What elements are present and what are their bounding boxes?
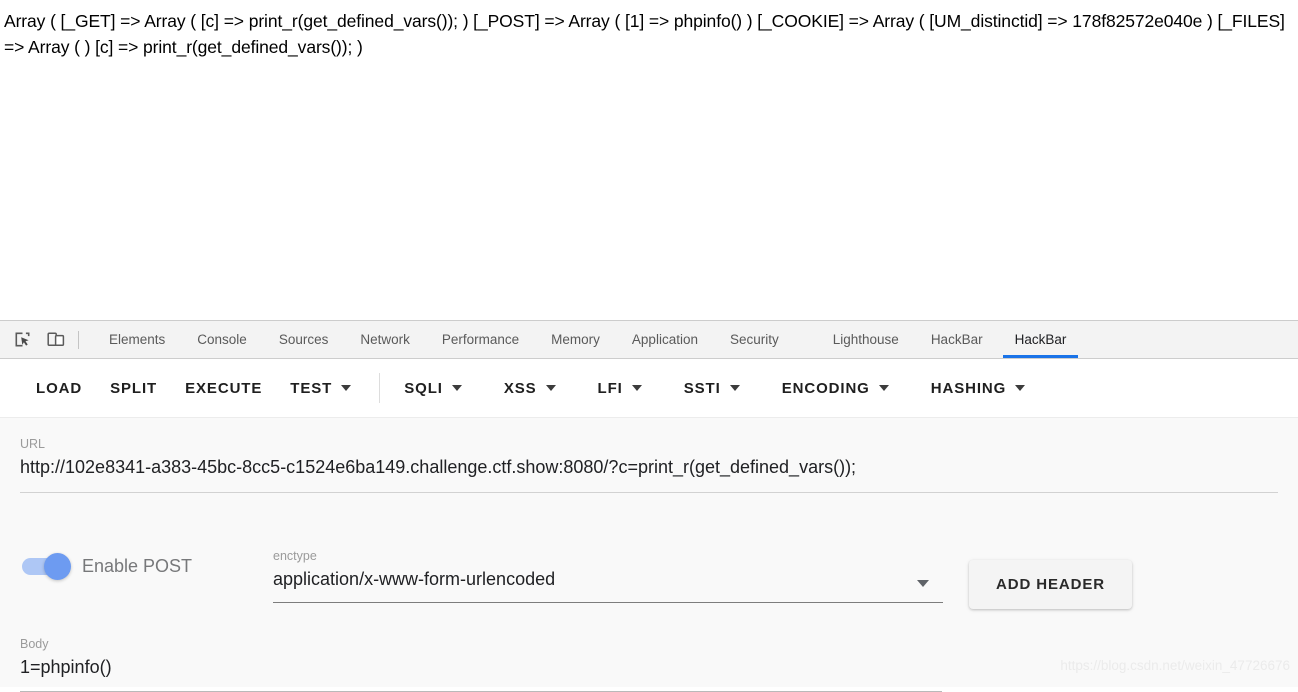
url-field[interactable]: URL http://102e8341-a383-45bc-8cc5-c1524… [20,436,1278,493]
chevron-down-icon [341,385,352,391]
devtools-tab-list: Elements Console Sources Network Perform… [93,321,1082,358]
devtools-tab-security[interactable]: Security [714,321,795,358]
devtools-tabbar: Elements Console Sources Network Perform… [0,321,1298,359]
url-label: URL [20,437,46,451]
hackbar-execute-button[interactable]: EXECUTE [171,372,276,405]
actionbar-divider [379,373,381,403]
devtools-toolbar-icons [0,321,93,358]
hackbar-button-label: XSS [503,379,537,397]
devtools-tab-label: Performance [441,332,520,347]
devtools-tab-hackbar-1[interactable]: HackBar [915,321,999,358]
hackbar-test-menu[interactable]: TEST [276,372,365,405]
devtools-tab-memory[interactable]: Memory [535,321,616,358]
hackbar-load-button[interactable]: LOAD [22,372,96,405]
php-output-text: Array ( [_GET] => Array ( [c] => print_r… [4,11,1290,57]
devtools-panel: Elements Console Sources Network Perform… [0,320,1298,692]
devtools-tab-label: Security [729,332,779,347]
devtools-tab-label: Sources [278,332,329,347]
devtools-tab-label: Elements [109,332,166,347]
enable-post-toggle[interactable]: Enable POST [22,553,193,580]
hackbar-hashing-menu[interactable]: HASHING [917,372,1039,405]
hackbar-button-label: SSTI [683,379,721,397]
hackbar-button-label: TEST [290,379,333,397]
chevron-down-icon [631,385,642,391]
hackbar-button-label: HASHING [930,379,1007,397]
hackbar-lfi-menu[interactable]: LFI [584,372,656,405]
device-toolbar-icon[interactable] [42,326,70,354]
inspect-element-icon[interactable] [8,326,36,354]
devtools-tab-network[interactable]: Network [344,321,426,358]
devtools-tab-sources[interactable]: Sources [263,321,345,358]
hackbar-button-label: LFI [597,379,623,397]
enable-post-label: Enable POST [82,556,193,576]
url-input[interactable]: http://102e8341-a383-45bc-8cc5-c1524e6ba… [20,452,1278,482]
url-underline [20,492,1278,493]
post-options-row: Enable POST enctype application/x-www-fo… [0,548,1298,618]
enctype-underline [273,602,943,603]
devtools-tab-label: Memory [551,332,600,347]
devtools-tab-application[interactable]: Application [616,321,714,358]
hackbar-button-label: EXECUTE [185,379,263,397]
add-header-label: ADD HEADER [996,576,1106,593]
chevron-down-icon[interactable] [917,580,929,587]
hackbar-xss-menu[interactable]: XSS [490,372,570,405]
hackbar-encoding-menu[interactable]: ENCODING [768,372,903,405]
toolbar-divider [78,330,79,349]
body-field[interactable]: Body 1=phpinfo() [20,636,942,692]
devtools-tab-label: Network [360,332,410,347]
enctype-label: enctype [273,549,317,563]
chevron-down-icon [451,385,462,391]
chevron-down-icon [545,385,556,391]
devtools-tab-label: Lighthouse [832,332,899,347]
body-input[interactable]: 1=phpinfo() [20,652,942,682]
devtools-tab-label: HackBar [930,332,983,347]
watermark-text: https://blog.csdn.net/weixin_47726676 [1060,658,1290,673]
devtools-tab-hackbar-2[interactable]: HackBar [999,321,1083,358]
hackbar-button-label: LOAD [36,379,83,397]
devtools-tab-elements[interactable]: Elements [93,321,181,358]
toggle-knob [44,553,71,580]
add-header-button[interactable]: ADD HEADER [969,560,1133,609]
devtools-tab-performance[interactable]: Performance [426,321,535,358]
devtools-tab-label: Console [197,332,247,347]
chevron-down-icon [878,385,889,391]
chevron-down-icon [1015,385,1026,391]
devtools-tab-console[interactable]: Console [181,321,263,358]
chevron-down-icon [729,385,740,391]
hackbar-button-label: ENCODING [781,379,870,397]
enctype-value[interactable]: application/x-www-form-urlencoded [273,564,943,594]
hackbar-form-panel: URL http://102e8341-a383-45bc-8cc5-c1524… [0,417,1298,692]
hackbar-sqli-menu[interactable]: SQLI [390,372,476,405]
enctype-select[interactable]: enctype application/x-www-form-urlencode… [273,548,943,603]
hackbar-button-label: SQLI [404,379,443,397]
hackbar-ssti-menu[interactable]: SSTI [670,372,754,405]
devtools-tab-label: HackBar [1014,332,1067,347]
devtools-tab-label: Application [631,332,698,347]
hackbar-split-button[interactable]: SPLIT [96,372,171,405]
toggle-track[interactable] [22,553,71,580]
body-label: Body [20,637,49,651]
devtools-tab-lighthouse[interactable]: Lighthouse [817,321,915,358]
hackbar-button-label: SPLIT [110,379,158,397]
hackbar-actionbar: LOAD SPLIT EXECUTE TEST SQLI XSS LFI SST… [0,359,1298,417]
